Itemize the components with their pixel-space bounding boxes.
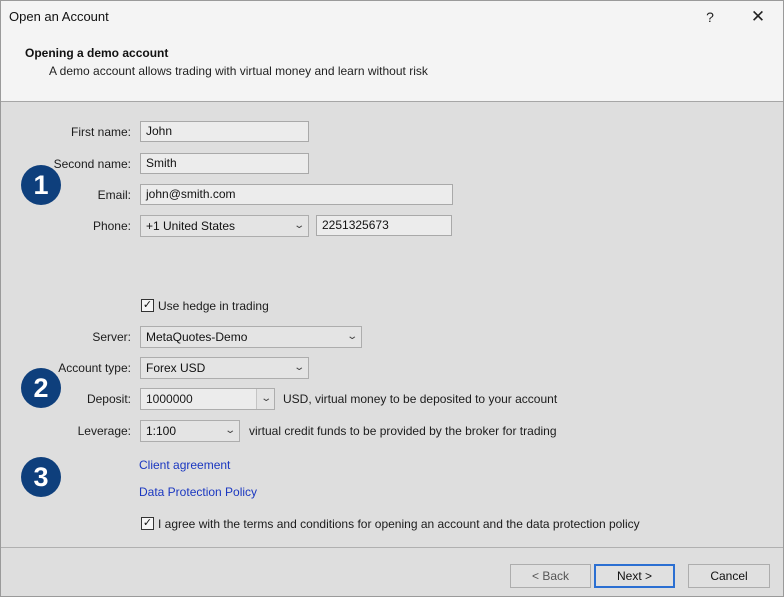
phone-number-field[interactable]: 2251325673: [316, 215, 452, 236]
agree-checkbox[interactable]: ✓: [141, 517, 154, 530]
first-name-label: First name:: [70, 125, 131, 139]
header-title: Opening a demo account: [25, 46, 169, 60]
leverage-label: Leverage:: [77, 424, 131, 438]
second-name-label: Second name:: [53, 157, 131, 171]
client-agreement-link[interactable]: Client agreement: [139, 458, 230, 472]
phone-country-select[interactable]: +1 United States ⌄: [140, 215, 309, 237]
close-icon[interactable]: ✕: [745, 4, 771, 30]
next-button[interactable]: Next >: [594, 564, 675, 588]
deposit-description: USD, virtual money to be deposited to yo…: [283, 392, 558, 406]
phone-label: Phone:: [92, 219, 131, 233]
leverage-select[interactable]: 1:100 ⌄: [140, 420, 240, 442]
second-name-field[interactable]: Smith: [140, 153, 309, 174]
open-account-dialog: Open an Account ? ✕ Opening a demo accou…: [0, 0, 784, 597]
step-badge-1: 1: [21, 165, 61, 205]
step-badge-3: 3: [21, 457, 61, 497]
email-field[interactable]: john@smith.com: [140, 184, 453, 205]
leverage-description: virtual credit funds to be provided by t…: [249, 424, 557, 438]
deposit-dropdown-button[interactable]: ⌄: [256, 389, 274, 409]
chevron-down-icon: ⌄: [292, 362, 305, 373]
chevron-down-icon: ⌄: [259, 393, 272, 404]
back-button[interactable]: < Back: [510, 564, 591, 588]
window-title: Open an Account: [9, 9, 109, 24]
data-protection-link[interactable]: Data Protection Policy: [139, 485, 257, 499]
server-select[interactable]: MetaQuotes-Demo ⌄: [140, 326, 362, 348]
account-type-select[interactable]: Forex USD ⌄: [140, 357, 309, 379]
phone-country-value: +1 United States: [146, 219, 236, 233]
hedge-label: Use hedge in trading: [158, 299, 269, 313]
footer-divider: [1, 547, 783, 548]
chevron-down-icon: ⌄: [345, 331, 358, 342]
server-label: Server:: [92, 330, 131, 344]
deposit-value: 1000000: [146, 392, 193, 406]
account-type-value: Forex USD: [146, 361, 206, 375]
leverage-value: 1:100: [146, 424, 177, 438]
cancel-button[interactable]: Cancel: [688, 564, 770, 588]
hedge-checkbox[interactable]: ✓: [141, 299, 154, 312]
agree-label: I agree with the terms and conditions fo…: [158, 517, 640, 531]
header-subtitle: A demo account allows trading with virtu…: [49, 64, 428, 78]
deposit-select[interactable]: 1000000 ⌄: [140, 388, 275, 410]
chevron-down-icon: ⌄: [223, 425, 236, 436]
help-icon[interactable]: ?: [697, 4, 723, 30]
server-value: MetaQuotes-Demo: [146, 330, 248, 344]
chevron-down-icon: ⌄: [292, 220, 305, 231]
step-badge-2: 2: [21, 368, 61, 408]
dialog-header: Opening a demo account A demo account al…: [1, 33, 783, 102]
title-bar: Open an Account ? ✕: [1, 1, 783, 33]
first-name-field[interactable]: John: [140, 121, 309, 142]
